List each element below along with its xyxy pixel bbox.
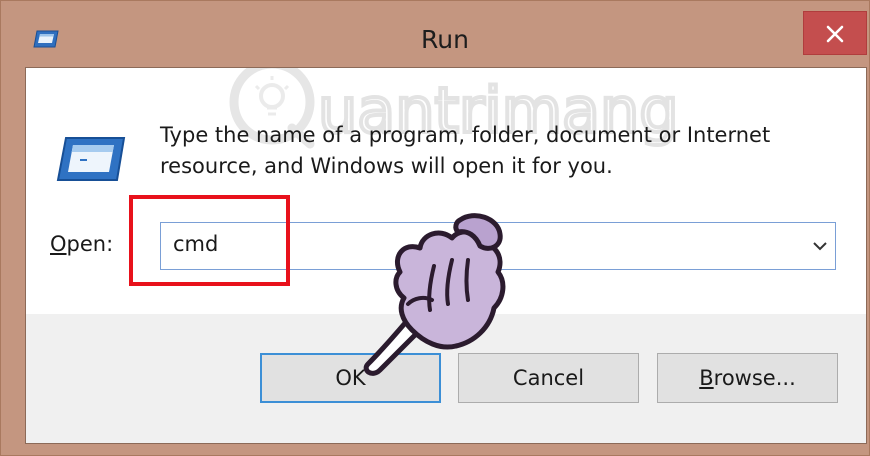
run-dialog-window: Run uantrimang Type the name of a progra… — [0, 0, 870, 456]
close-icon — [826, 25, 844, 43]
open-label-text: pen: — [66, 232, 114, 256]
window-title: Run — [421, 25, 469, 54]
instruction-line-1: Type the name of a program, folder, docu… — [160, 123, 771, 147]
browse-label: rowse... — [713, 366, 796, 390]
chevron-down-icon — [813, 242, 827, 251]
run-icon — [32, 28, 60, 50]
highlight-box — [129, 195, 290, 286]
dialog-body: uantrimang Type the name of a program, f… — [25, 67, 867, 444]
instruction-line-2: resource, and Windows will open it for y… — [160, 154, 613, 178]
open-label-accelerator: O — [50, 232, 67, 256]
close-button[interactable] — [803, 11, 867, 55]
open-label: Open: — [50, 232, 113, 256]
title-bar[interactable]: Run — [1, 1, 869, 67]
instruction-text: Type the name of a program, folder, docu… — [160, 120, 850, 182]
run-program-icon — [54, 134, 128, 186]
dropdown-button[interactable] — [805, 223, 835, 269]
browse-button[interactable]: Browse... — [657, 353, 838, 403]
pointing-hand-icon — [363, 213, 506, 376]
browse-accelerator: B — [699, 366, 714, 390]
